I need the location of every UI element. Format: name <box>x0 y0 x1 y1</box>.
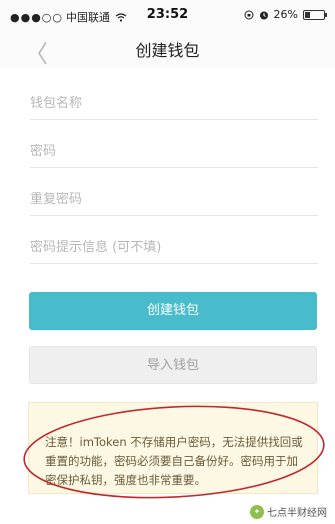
page-title: 创建钱包 <box>135 41 200 60</box>
status-right: 26% <box>244 8 327 21</box>
battery-level <box>305 11 310 18</box>
watermark: ✦ 七点半财经网 <box>250 504 327 519</box>
orientation-lock-icon <box>244 10 254 19</box>
status-bar: ●●●○○ 中国联通 23:52 26% <box>0 0 335 30</box>
repeat-password-input[interactable] <box>30 192 318 207</box>
wallet-name-field <box>30 76 318 120</box>
notice-text: 注意！imToken 不存储用户密码，无法提供找回或重置的功能，密码必须要自己备… <box>45 435 303 487</box>
repeat-password-field <box>30 172 318 216</box>
password-input[interactable] <box>30 144 318 159</box>
alarm-icon <box>259 11 268 19</box>
battery-icon <box>303 9 327 20</box>
create-wallet-button[interactable]: 创建钱包 <box>29 292 317 330</box>
battery-percent: 26% <box>273 8 298 21</box>
watermark-text: 七点半财经网 <box>267 508 327 519</box>
password-hint-input[interactable] <box>30 240 318 255</box>
password-hint-field <box>30 220 318 264</box>
watermark-logo-icon: ✦ <box>250 504 264 519</box>
import-wallet-button[interactable]: 导入钱包 <box>29 346 317 384</box>
navigation-bar: 〈 创建钱包 <box>0 30 335 68</box>
security-notice: 注意！imToken 不存储用户密码，无法提供找回或重置的功能，密码必须要自己备… <box>28 402 318 494</box>
password-field <box>30 124 318 168</box>
wallet-name-input[interactable] <box>30 96 318 111</box>
